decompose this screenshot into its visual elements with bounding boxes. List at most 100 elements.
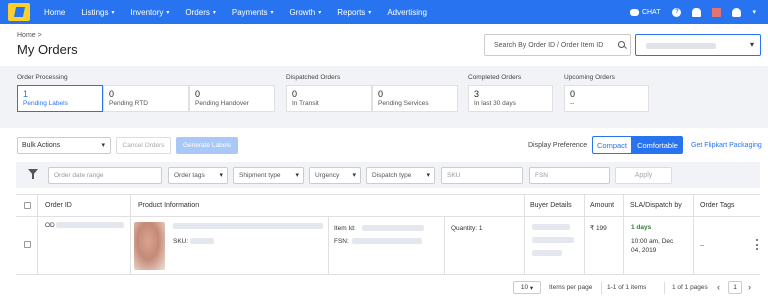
header-product-information: Product Information: [138, 202, 200, 209]
fsn-input[interactable]: FSN: [529, 167, 610, 184]
previous-page-icon[interactable]: ‹: [717, 282, 720, 292]
nav-inventory-label: Inventory: [130, 7, 164, 17]
urgency-select[interactable]: Urgency ▾: [309, 167, 361, 184]
bulk-actions-label: Bulk Actions: [22, 142, 61, 149]
page-size-select[interactable]: 10 ▾: [513, 281, 541, 294]
chevron-down-icon[interactable]: ▾: [752, 8, 756, 16]
status-count: 1: [23, 89, 29, 99]
select-all-checkbox[interactable]: [24, 202, 31, 209]
status-pending-labels[interactable]: 1 Pending Labels: [17, 85, 103, 112]
account-select[interactable]: ▾: [635, 34, 761, 56]
table-row: OD SKU: Item Id: FSN: Quantity: 1 ₹ 199 …: [16, 217, 760, 275]
fsn-label: FSN:: [334, 238, 349, 245]
row-checkbox[interactable]: [24, 241, 31, 248]
top-navigation-bar: Home Listings ▾ Inventory ▾ Orders ▾ Paymen…: [0, 0, 768, 24]
status-count: 3: [474, 89, 480, 99]
bell-icon[interactable]: [692, 7, 702, 17]
status-pending-handover[interactable]: 0 Pending Handover: [189, 85, 275, 112]
column-divider: [130, 195, 131, 218]
nav-payments-label: Payments: [231, 7, 268, 17]
header-amount: Amount: [590, 202, 615, 209]
chevron-down-icon: ▾: [426, 172, 430, 179]
chevron-down-icon: ▾: [111, 9, 115, 16]
redacted-item-id: [362, 225, 424, 231]
nav-reports[interactable]: Reports ▾: [337, 8, 371, 17]
status-upcoming[interactable]: 0 --: [564, 85, 649, 112]
sku-placeholder: SKU: [447, 172, 461, 179]
nav-listings[interactable]: Listings ▾: [81, 8, 114, 17]
order-tags-select[interactable]: Order tags ▾: [168, 167, 228, 184]
column-divider: [444, 217, 445, 275]
status-label: In last 30 days: [474, 100, 516, 107]
status-label: Pending Labels: [23, 100, 68, 107]
search-placeholder: Search By Order ID / Order Item ID: [494, 41, 604, 49]
chat-button[interactable]: CHAT: [629, 8, 660, 16]
display-preference-label: Display Preference: [528, 142, 588, 149]
get-packaging-link[interactable]: Get Flipkart Packaging: [691, 142, 762, 149]
chevron-down-icon: ▾: [166, 9, 170, 16]
chevron-down-icon: ▾: [295, 172, 299, 179]
filter-icon[interactable]: [28, 169, 38, 179]
pager-divider: [664, 282, 665, 294]
header-order-id[interactable]: Order ID: [45, 202, 72, 209]
generate-labels-button[interactable]: Generate Labels: [176, 137, 238, 154]
apply-button[interactable]: Apply: [615, 167, 672, 184]
status-label: Pending Services: [378, 100, 429, 107]
gift-icon[interactable]: [712, 7, 722, 17]
shipment-type-select[interactable]: Shipment type ▾: [233, 167, 304, 184]
pager-divider: [601, 282, 602, 294]
orders-panel: Bulk Actions ▾ Cancel Orders Generate La…: [0, 128, 768, 306]
status-count: 0: [378, 89, 384, 99]
redacted-buyer-address: [532, 237, 574, 243]
nav-orders-label: Orders: [185, 7, 210, 17]
next-page-icon[interactable]: ›: [748, 282, 751, 292]
status-in-transit[interactable]: 0 In Transit: [286, 85, 372, 112]
dispatch-type-select[interactable]: Dispatch type ▾: [366, 167, 435, 184]
comfortable-toggle[interactable]: Comfortable: [632, 136, 683, 154]
column-divider: [524, 217, 525, 275]
header-buyer-details: Buyer Details: [530, 202, 572, 209]
status-label: --: [570, 100, 575, 107]
user-icon[interactable]: [732, 7, 742, 17]
sku-input[interactable]: SKU: [441, 167, 523, 184]
status-completed-30-days[interactable]: 3 In last 30 days: [468, 85, 553, 112]
status-pending-services[interactable]: 0 Pending Services: [372, 85, 458, 112]
header-sla-dispatch[interactable]: SLA/Dispatch by: [630, 202, 682, 209]
status-count: 0: [292, 89, 298, 99]
dispatched-orders-label: Dispatched Orders: [286, 74, 341, 81]
nav-growth[interactable]: Growth ▾: [289, 8, 321, 17]
nav-advertising[interactable]: Advertising: [387, 8, 427, 17]
search-icon[interactable]: [618, 41, 625, 48]
nav-inventory[interactable]: Inventory ▾: [130, 8, 169, 17]
nav-payments[interactable]: Payments ▾: [232, 8, 274, 17]
order-date-range-input[interactable]: Order date range: [48, 167, 162, 184]
orders-toolbar: Bulk Actions ▾ Cancel Orders Generate La…: [0, 128, 768, 158]
product-image[interactable]: [134, 222, 165, 270]
compact-toggle[interactable]: Compact: [592, 136, 632, 154]
item-id-label: Item Id:: [334, 225, 356, 232]
column-divider: [328, 217, 329, 275]
amount-value: ₹ 199: [590, 225, 607, 232]
current-page-box[interactable]: 1: [728, 281, 742, 294]
search-input[interactable]: Search By Order ID / Order Item ID: [484, 34, 631, 56]
nav-advertising-label: Advertising: [387, 7, 427, 17]
bulk-actions-select[interactable]: Bulk Actions ▾: [17, 137, 111, 154]
nav-home-label: Home: [44, 7, 66, 17]
status-pending-rtd[interactable]: 0 Pending RTD: [103, 85, 189, 112]
cancel-orders-button[interactable]: Cancel Orders: [116, 137, 171, 154]
nav-orders[interactable]: Orders ▾: [185, 8, 215, 17]
help-icon[interactable]: ?: [672, 7, 682, 17]
column-divider: [584, 217, 585, 275]
chevron-down-icon: ▾: [270, 9, 274, 16]
breadcrumb[interactable]: Home >: [17, 32, 42, 39]
more-options-icon[interactable]: [756, 239, 758, 250]
urgency-label: Urgency: [315, 172, 340, 179]
order-tags-value: --: [700, 242, 705, 249]
column-divider: [693, 195, 694, 218]
column-divider: [693, 217, 694, 275]
table-header: Order ID Product Information Buyer Detai…: [16, 194, 760, 218]
order-id-link[interactable]: OD: [45, 222, 55, 229]
nav-home[interactable]: Home: [44, 8, 65, 17]
order-status-summary: Order Processing Dispatched Orders Compl…: [0, 66, 768, 124]
flipkart-logo[interactable]: [8, 3, 30, 21]
